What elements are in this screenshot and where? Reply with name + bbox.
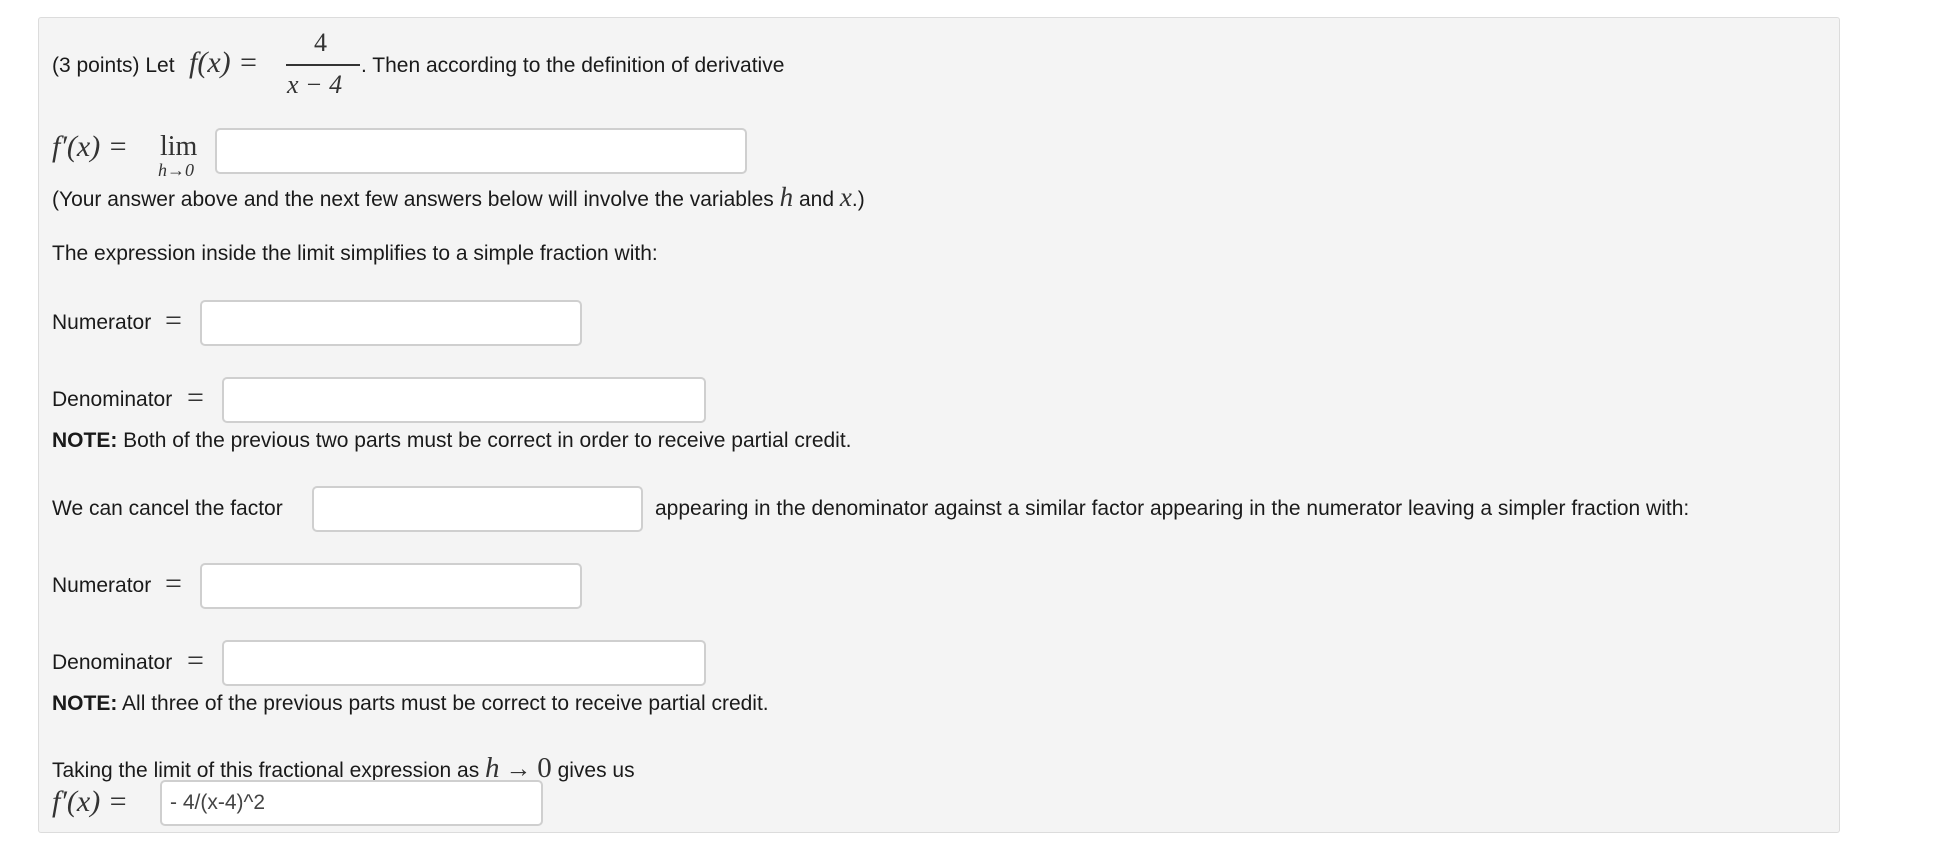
simplify-intro: The expression inside the limit simplifi… xyxy=(52,242,658,265)
simplified-numerator-input[interactable] xyxy=(200,563,582,609)
cancel-suffix: appearing in the denominator against a s… xyxy=(655,497,1690,520)
arrow-icon: → xyxy=(505,754,532,783)
intro-text: . Then according to the definition of de… xyxy=(361,54,785,77)
fraction-numerator: 4 xyxy=(314,28,327,57)
simplified-denominator-input[interactable] xyxy=(222,640,706,686)
points-label: (3 points) Let xyxy=(52,54,175,77)
variables-note-suffix: .) xyxy=(851,188,865,211)
simplified-numerator-label: Numerator xyxy=(52,574,152,597)
numerator-equals: = xyxy=(165,304,182,337)
final-suffix: gives us xyxy=(557,759,635,782)
fx-definition-lhs: f(x) = xyxy=(189,46,259,79)
partial-credit-note-2: NOTE: All three of the previous parts mu… xyxy=(52,692,769,716)
note-text: All three of the previous parts must be … xyxy=(122,692,769,715)
note-label: NOTE: xyxy=(52,429,118,452)
derivative-lhs: f′(x) = xyxy=(52,130,128,163)
final-zero: 0 xyxy=(537,752,552,784)
variable-x: x xyxy=(839,182,852,212)
final-answer-input[interactable] xyxy=(160,780,543,826)
variables-note: (Your answer above and the next few answ… xyxy=(52,182,865,213)
numerator-label: Numerator xyxy=(52,311,152,334)
simplified-denominator-equals: = xyxy=(187,644,204,677)
cancel-prefix: We can cancel the factor xyxy=(52,497,283,520)
final-derivative-lhs: f′(x) = xyxy=(52,785,128,818)
fraction-denominator: x − 4 xyxy=(287,70,343,99)
note-label: NOTE: xyxy=(52,692,118,715)
cancel-factor-input[interactable] xyxy=(312,486,643,532)
partial-credit-note-1: NOTE: Both of the previous two parts mus… xyxy=(52,429,852,453)
denominator-label: Denominator xyxy=(52,388,173,411)
limit-expression-input[interactable] xyxy=(215,128,747,174)
variables-note-prefix: (Your answer above and the next few answ… xyxy=(52,188,774,211)
note-text: Both of the previous two parts must be c… xyxy=(123,429,852,452)
simplified-denominator-label: Denominator xyxy=(52,651,173,674)
variable-h: h xyxy=(779,182,794,212)
lim-subscript: h→0 xyxy=(158,160,194,180)
numerator-input[interactable] xyxy=(200,300,582,346)
final-prefix: Taking the limit of this fractional expr… xyxy=(52,759,480,782)
lim-label: lim xyxy=(160,131,198,162)
denominator-input[interactable] xyxy=(222,377,706,423)
simplified-numerator-equals: = xyxy=(165,567,182,600)
variables-note-and: and xyxy=(798,188,835,211)
denominator-equals: = xyxy=(187,381,204,414)
fraction-bar xyxy=(286,64,360,66)
